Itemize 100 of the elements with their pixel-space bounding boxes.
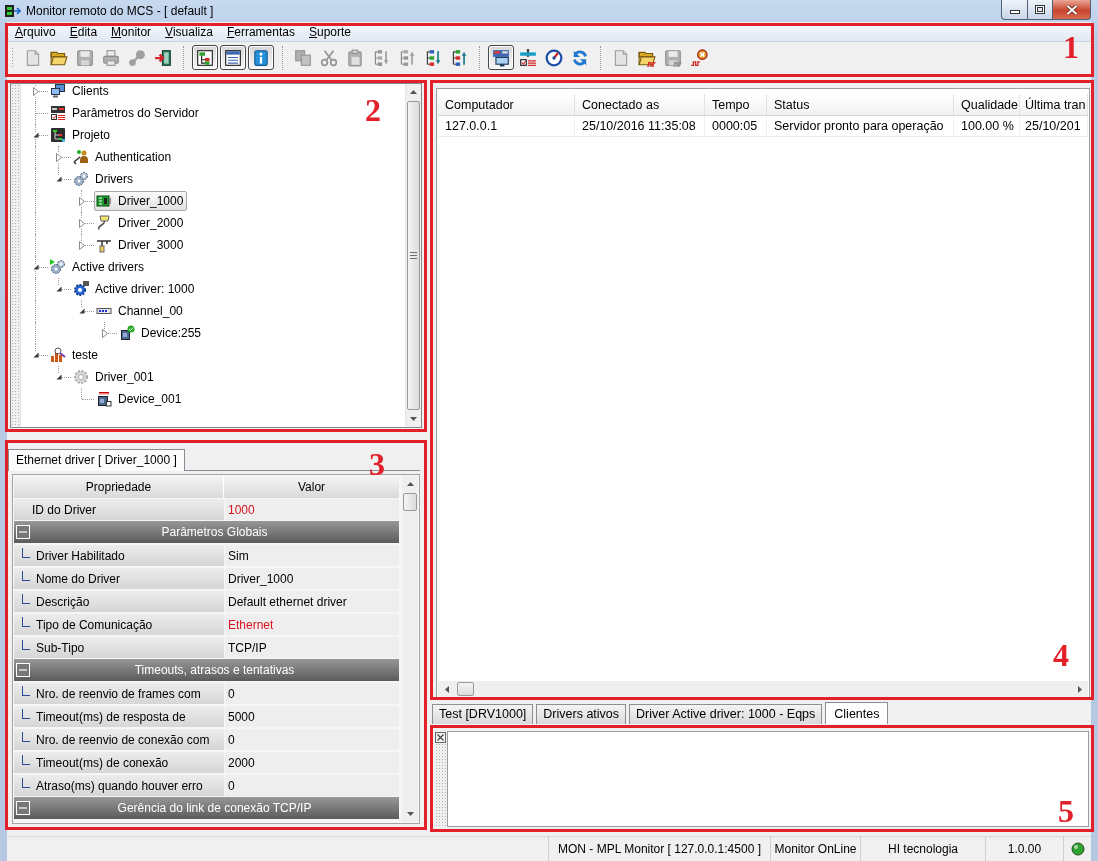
property-name: Sub-Tipo xyxy=(14,637,224,658)
menu-item[interactable]: Edita xyxy=(62,23,105,41)
menu-item[interactable]: Monitor xyxy=(104,23,159,41)
column-header: Propriedade xyxy=(14,476,224,498)
column-header[interactable]: Status xyxy=(767,94,954,116)
column-header[interactable]: Tempo xyxy=(705,94,767,116)
arrow-down-icon xyxy=(406,812,414,816)
app-icon xyxy=(5,4,21,18)
caret-icon[interactable] xyxy=(32,132,39,138)
tab[interactable]: Clientes xyxy=(825,702,889,724)
annotation-number: 1 xyxy=(1063,31,1079,63)
tree-item[interactable]: Driver_1000 xyxy=(94,191,188,211)
property-value[interactable]: 0 xyxy=(225,729,399,750)
cable-plug-icon xyxy=(96,215,112,231)
table-cell: 100.00 % xyxy=(954,116,1020,137)
table-cell: Servidor pronto para operação xyxy=(767,116,954,137)
table-cell: 25/10/2016 11:35:08 xyxy=(575,116,705,137)
minimize-button[interactable] xyxy=(1001,0,1027,20)
gears-icon xyxy=(73,171,89,187)
menu-item[interactable]: Ferramentas xyxy=(219,23,302,41)
caret-icon[interactable] xyxy=(32,352,39,358)
property-name: ID do Driver xyxy=(14,499,224,520)
tab[interactable]: Driver Active driver: 1000 - Eqps xyxy=(629,704,823,724)
property-value[interactable]: 1000 xyxy=(225,499,399,520)
column-header[interactable]: Conectado as xyxy=(575,94,705,116)
annotation-number: 5 xyxy=(1058,795,1074,827)
property-value[interactable]: Driver_1000 xyxy=(225,568,399,589)
status-panel: HI tecnologia xyxy=(860,837,985,861)
maximize-button[interactable] xyxy=(1027,0,1052,20)
panel-grip[interactable] xyxy=(11,84,21,427)
device-icon xyxy=(96,391,112,407)
table-cell: 127.0.0.1 xyxy=(438,116,575,137)
annotation-number: 4 xyxy=(1053,639,1069,671)
maximize-icon xyxy=(1035,5,1045,14)
close-icon[interactable] xyxy=(435,732,446,743)
property-name: Nro. de reenvio de conexão com xyxy=(14,729,224,750)
table-cell: 25/10/201 xyxy=(1020,116,1088,137)
status-panel: MON - MPL Monitor [ 127.0.0.1:4500 ] xyxy=(548,837,770,861)
toolbar-grip[interactable] xyxy=(11,46,15,69)
property-value[interactable]: TCP/IP xyxy=(225,637,399,658)
server-checklist-icon xyxy=(50,105,66,121)
chart-magnifier-icon xyxy=(50,347,66,363)
status-panel: 1.0.00 xyxy=(985,837,1063,861)
category-title: Gerência do link de conexão TCP/IP xyxy=(116,801,313,815)
scroll-thumb[interactable] xyxy=(457,682,474,696)
table-cell: 0000:05 xyxy=(705,116,767,137)
scroll-thumb[interactable] xyxy=(403,493,417,511)
gear-icon xyxy=(73,281,89,297)
arrow-left-icon xyxy=(444,685,449,693)
computers-icon xyxy=(50,84,66,99)
caret-icon[interactable] xyxy=(55,286,62,292)
close-button[interactable] xyxy=(1052,0,1091,20)
property-name: Descrição xyxy=(14,591,224,612)
column-header[interactable]: Qualidade xyxy=(954,94,1020,116)
users-icon xyxy=(73,149,89,165)
gears-play-icon xyxy=(50,259,66,275)
close-icon xyxy=(1065,4,1078,15)
property-value[interactable]: Ethernet xyxy=(225,614,399,635)
caret-icon[interactable] xyxy=(32,264,39,270)
scroll-thumb[interactable] xyxy=(407,101,420,410)
property-name: Atraso(ms) quando houver erro xyxy=(14,775,224,796)
device-check-icon xyxy=(119,325,135,341)
menu-item[interactable]: Arquivo xyxy=(8,23,63,41)
caret-icon[interactable] xyxy=(55,176,62,182)
property-name: Nome do Driver xyxy=(14,568,224,589)
property-value[interactable]: 5000 xyxy=(225,706,399,727)
property-name: Timeout(ms) de conexão xyxy=(14,752,224,773)
property-value[interactable]: 2000 xyxy=(225,752,399,773)
caret-icon[interactable] xyxy=(55,374,62,380)
circuit-board-icon xyxy=(96,193,112,209)
property-name: Tipo de Comunicação xyxy=(14,614,224,635)
category-title: Timeouts, atrasos e tentativas xyxy=(133,663,296,677)
property-value[interactable]: Sim xyxy=(225,545,399,566)
panel-grip[interactable] xyxy=(435,731,446,827)
property-value[interactable]: 0 xyxy=(225,683,399,704)
tab[interactable]: Ethernet driver [ Driver_1000 ] xyxy=(8,449,185,471)
property-name: Nro. de reenvio de frames com xyxy=(14,683,224,704)
gear-icon xyxy=(73,369,89,385)
window-title: Monitor remoto do MCS - [ default ] xyxy=(26,4,214,18)
column-header: Valor xyxy=(224,476,399,498)
column-header[interactable]: Computador xyxy=(438,94,575,116)
minimize-icon xyxy=(1009,10,1020,14)
caret-icon[interactable] xyxy=(78,308,85,314)
minus-box-icon[interactable] xyxy=(16,801,30,815)
minus-box-icon[interactable] xyxy=(16,525,30,539)
tab[interactable]: Test [DRV1000] xyxy=(432,704,534,724)
property-name: Timeout(ms) de resposta de xyxy=(14,706,224,727)
column-header[interactable]: Última tran xyxy=(1020,94,1088,116)
menu-item[interactable]: Visualiza xyxy=(158,23,220,41)
property-value[interactable]: Default ethernet driver xyxy=(225,591,399,612)
annotation-number: 2 xyxy=(365,94,381,126)
status-panel: Monitor OnLine xyxy=(770,837,860,861)
project-tree-icon xyxy=(50,127,66,143)
network-plug-icon xyxy=(96,237,112,253)
tab[interactable]: Drivers ativos xyxy=(536,704,627,724)
property-name: Driver Habilitado xyxy=(14,545,224,566)
minus-box-icon[interactable] xyxy=(16,663,30,677)
arrow-down-icon xyxy=(410,417,417,421)
menu-item[interactable]: Suporte xyxy=(302,23,359,41)
property-value[interactable]: 0 xyxy=(225,775,399,796)
